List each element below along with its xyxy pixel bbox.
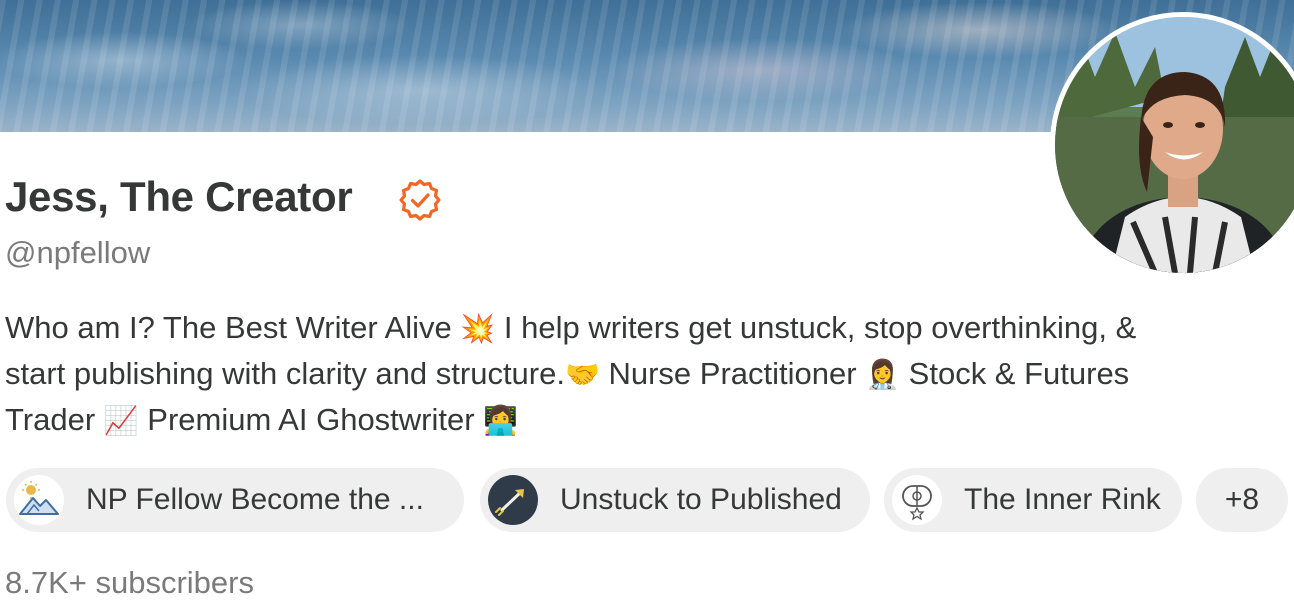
publication-label: NP Fellow Become the ... xyxy=(86,483,424,516)
bio-text: Stock & Futures xyxy=(900,356,1130,391)
handshake-emoji: 🤝 xyxy=(564,358,600,391)
verified-badge-icon xyxy=(399,179,441,221)
profile-bio: Who am I? The Best Writer Alive 💥 I help… xyxy=(5,305,1294,443)
health-worker-emoji: 👩‍⚕️ xyxy=(865,358,901,391)
avatar-photo xyxy=(1055,17,1294,273)
bio-line: start publishing with clarity and struct… xyxy=(5,351,1294,397)
publication-label: Unstuck to Published xyxy=(560,483,842,516)
publication-pill-unstuck[interactable]: Unstuck to Published xyxy=(480,468,870,532)
publication-pill-np-fellow[interactable]: NP Fellow Become the ... xyxy=(6,468,464,532)
bio-text: I help writers get unstuck, stop overthi… xyxy=(495,310,1137,345)
publication-label: The Inner Rink xyxy=(964,483,1161,516)
publication-pill-inner-rink[interactable]: The Inner Rink xyxy=(884,468,1182,532)
rink-icon xyxy=(892,475,942,525)
bio-text: Premium AI Ghostwriter xyxy=(138,402,484,437)
subscriber-count[interactable]: 8.7K+ subscribers xyxy=(5,565,254,601)
rocket-arrow-icon xyxy=(488,475,538,525)
bio-text: Trader xyxy=(5,402,104,437)
technologist-emoji: 👩‍💻 xyxy=(483,404,519,437)
collision-emoji: 💥 xyxy=(460,312,496,345)
bio-text: Nurse Practitioner xyxy=(599,356,866,391)
bio-line: Who am I? The Best Writer Alive 💥 I help… xyxy=(5,305,1294,351)
profile-handle: @npfellow xyxy=(5,235,151,270)
avatar[interactable] xyxy=(1050,12,1294,278)
mountain-sun-icon xyxy=(14,475,64,525)
more-publications-button[interactable]: +8 xyxy=(1196,468,1288,532)
profile-name: Jess, The Creator xyxy=(5,173,353,220)
more-publications-count: +8 xyxy=(1224,483,1260,516)
bio-line: Trader 📈 Premium AI Ghostwriter 👩‍💻 xyxy=(5,397,1294,443)
chart-increasing-emoji: 📈 xyxy=(103,404,139,437)
bio-text: start publishing with clarity and struct… xyxy=(5,356,565,391)
bio-text: Who am I? The Best Writer Alive xyxy=(5,310,461,345)
